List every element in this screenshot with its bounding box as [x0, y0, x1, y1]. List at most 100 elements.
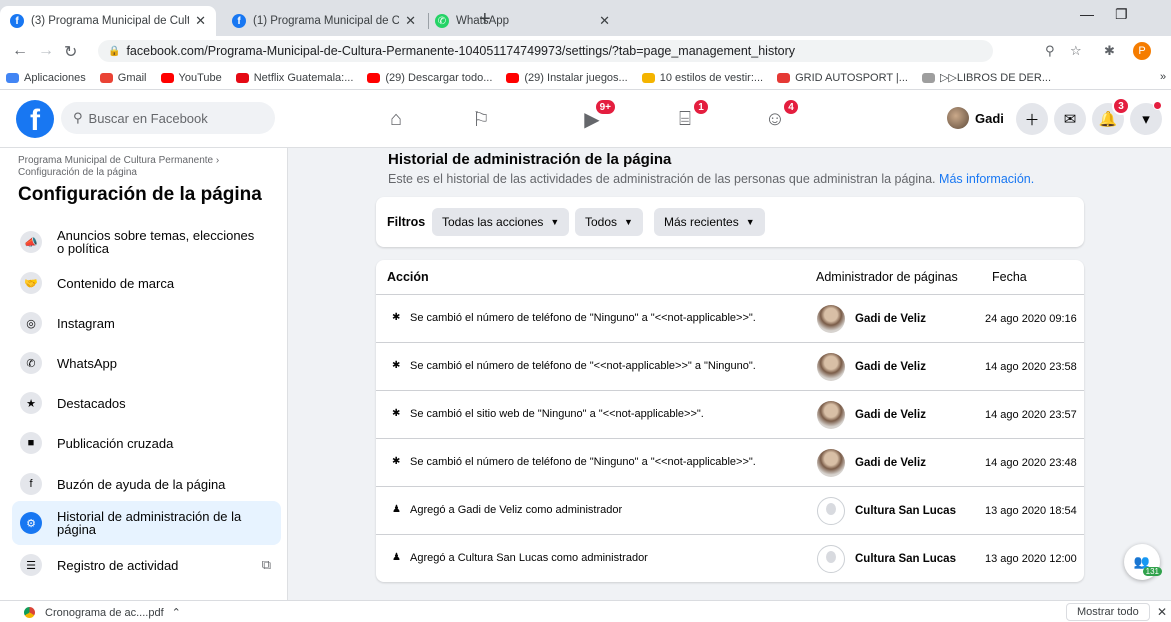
- sidebar-item[interactable]: f Buzón de ayuda de la página: [12, 462, 281, 506]
- column-header-admin: Administrador de páginas: [816, 270, 958, 284]
- bookmark-item[interactable]: YouTube: [160, 71, 222, 84]
- column-header-action: Acción: [387, 270, 429, 284]
- sidebar-item[interactable]: ★ Destacados: [12, 381, 281, 425]
- table-row: ✱ Se cambió el número de teléfono de "<<n…: [376, 342, 1084, 390]
- sidebar-item[interactable]: ■ Publicación cruzada: [12, 421, 281, 465]
- sidebar-item-label: Historial de administración de la página: [57, 509, 242, 537]
- restore-icon[interactable]: ❐: [1115, 6, 1128, 23]
- messenger-icon[interactable]: ✉: [1054, 103, 1086, 135]
- bookmark-item[interactable]: GRID AUTOSPORT |...: [777, 71, 908, 84]
- gear-icon: ✱: [392, 408, 401, 419]
- marketplace-icon[interactable]: ⌸ 1: [670, 98, 710, 134]
- filter-actions-dropdown[interactable]: Todas las acciones ▼: [432, 208, 570, 236]
- chevron-up-icon[interactable]: ⌃: [172, 606, 181, 619]
- history-table: Acción Administrador de páginas Fecha ✱ S…: [376, 260, 1084, 582]
- more-info-link[interactable]: Más información.: [939, 172, 1034, 186]
- avatar[interactable]: [817, 497, 845, 525]
- row-admin-name[interactable]: Cultura San Lucas: [855, 505, 956, 517]
- new-tab-button[interactable]: +: [479, 8, 491, 31]
- profile-button[interactable]: Gadi: [947, 102, 1004, 134]
- sidebar-item[interactable]: 📣 Anuncios sobre temas, elecciones o polí…: [12, 220, 281, 264]
- row-admin-name[interactable]: Gadi de Veliz: [855, 361, 926, 373]
- breadcrumb[interactable]: Programa Municipal de Cultura Permanente…: [18, 155, 278, 179]
- bookmark-star-icon[interactable]: ☆: [1070, 43, 1082, 59]
- home-icon[interactable]: ⌂: [381, 104, 411, 134]
- avatar[interactable]: [817, 545, 845, 573]
- star-icon: ★: [20, 392, 42, 414]
- caret-down-icon: ▼: [745, 217, 755, 227]
- sidebar-item[interactable]: 🤝 Contenido de marca: [12, 261, 281, 305]
- filter-who-dropdown[interactable]: Todos ▼: [575, 208, 643, 236]
- row-date: 13 ago 2020 12:00: [985, 553, 1077, 565]
- bookmark-favicon-icon: [777, 72, 791, 83]
- row-date: 24 ago 2020 09:16: [985, 313, 1077, 325]
- zoom-icon[interactable]: ⚲: [1045, 43, 1055, 59]
- avatar: [947, 107, 969, 129]
- bookmark-item[interactable]: Netflix Guatemala:...: [235, 71, 353, 84]
- close-tab-icon[interactable]: ✕: [405, 13, 416, 29]
- close-tab-icon[interactable]: ✕: [599, 13, 610, 29]
- table-row: ✱ Se cambió el número de teléfono de "Nin…: [376, 294, 1084, 342]
- facebook-header: f ⚲ Buscar en Facebook ⌂ ⚐ ▶ 9+ ⌸ 1 ☺ 4 …: [0, 90, 1171, 148]
- person-icon: ♟: [392, 504, 401, 515]
- notifications-bell-icon[interactable]: 🔔 3: [1092, 97, 1130, 135]
- row-admin-name[interactable]: Gadi de Veliz: [855, 313, 926, 325]
- create-plus-button[interactable]: ＋: [1016, 103, 1048, 135]
- row-admin-name[interactable]: Cultura San Lucas: [855, 553, 956, 565]
- avatar[interactable]: [817, 449, 845, 477]
- sidebar-item[interactable]: ☰ Registro de actividad ⧉: [12, 543, 281, 587]
- contacts-chat-button[interactable]: 👥 131: [1124, 544, 1162, 580]
- row-action-text: Se cambió el número de teléfono de "Ning…: [410, 312, 756, 324]
- filter-sort-dropdown[interactable]: Más recientes ▼: [654, 208, 765, 236]
- bookmark-item[interactable]: ▷▷LIBROS DE DER...: [921, 71, 1052, 84]
- bookmark-item[interactable]: 10 estilos de vestir:...: [641, 71, 763, 84]
- account-menu-chevron-icon[interactable]: ▾: [1130, 101, 1162, 135]
- search-input[interactable]: ⚲ Buscar en Facebook: [61, 102, 275, 134]
- more-bookmarks-icon[interactable]: »: [1160, 71, 1166, 83]
- reload-icon[interactable]: ↻: [64, 42, 77, 62]
- row-action-text: Agregó a Gadi de Veliz como administrado…: [410, 504, 623, 516]
- bookmark-label: Aplicaciones: [24, 71, 86, 84]
- browser-tab-3-body[interactable]: ✆ WhatsApp ✕: [425, 6, 620, 36]
- sidebar-item[interactable]: ⚙ Historial de administración de la págin…: [12, 501, 281, 545]
- bookmark-item[interactable]: Aplicaciones: [6, 71, 86, 84]
- minimize-icon[interactable]: —: [1080, 6, 1094, 22]
- extensions-icon[interactable]: ✱: [1104, 43, 1115, 59]
- groups-icon[interactable]: ☺ 4: [760, 98, 800, 134]
- tab-title: WhatsApp: [456, 15, 510, 27]
- sidebar-item-label: Publicación cruzada: [57, 435, 174, 451]
- facebook-logo-icon[interactable]: f: [16, 100, 54, 138]
- sidebar-item[interactable]: ◎ Instagram: [12, 301, 281, 345]
- bookmarks-bar: Aplicaciones Gmail YouTube Netflix Guatemal…: [0, 66, 1171, 90]
- browser-profile-avatar[interactable]: P: [1133, 42, 1151, 60]
- show-all-downloads-button[interactable]: Mostrar todo: [1066, 603, 1150, 621]
- tab-title: (1) Programa Municipal de Cultu: [253, 15, 400, 27]
- pages-flag-icon[interactable]: ⚐: [466, 104, 496, 134]
- download-item[interactable]: Cronograma de ac....pdf ⌃: [24, 606, 181, 619]
- avatar[interactable]: [817, 353, 845, 381]
- forward-icon[interactable]: →: [38, 42, 54, 60]
- bookmark-label: ▷▷LIBROS DE DER...: [939, 72, 1052, 84]
- bookmark-label: GRID AUTOSPORT |...: [795, 71, 908, 84]
- close-tab-icon[interactable]: ✕: [195, 13, 206, 29]
- watch-icon[interactable]: ▶ 9+: [577, 98, 617, 134]
- bookmark-favicon-icon: [641, 72, 655, 83]
- bookmark-item[interactable]: (29) Instalar juegos...: [506, 71, 628, 84]
- row-action-text: Se cambió el número de teléfono de "Ning…: [410, 456, 756, 468]
- url-text: facebook.com/Programa-Municipal-de-Cultu…: [126, 44, 796, 58]
- browser-tab-2[interactable]: f (1) Programa Municipal de Cultu ✕: [222, 6, 426, 36]
- row-admin-name[interactable]: Gadi de Veliz: [855, 457, 926, 469]
- close-icon[interactable]: ✕: [1157, 605, 1167, 619]
- url-field[interactable]: 🔒 facebook.com/Programa-Municipal-de-Cul…: [98, 40, 993, 62]
- sidebar-item-label: Buzón de ayuda de la página: [57, 476, 226, 492]
- browser-tab-1[interactable]: f (3) Programa Municipal de Cultu ✕: [0, 6, 216, 36]
- whatsapp-icon: ✆: [435, 14, 449, 28]
- table-row: ✱ Se cambió el sitio web de "Ninguno" a "…: [376, 390, 1084, 438]
- avatar[interactable]: [817, 305, 845, 333]
- sidebar-item[interactable]: ✆ WhatsApp: [12, 341, 281, 385]
- back-icon[interactable]: ←: [12, 42, 28, 60]
- row-admin-name[interactable]: Gadi de Veliz: [855, 409, 926, 421]
- bookmark-item[interactable]: (29) Descargar todo...: [367, 71, 492, 84]
- bookmark-item[interactable]: Gmail: [99, 71, 147, 84]
- avatar[interactable]: [817, 401, 845, 429]
